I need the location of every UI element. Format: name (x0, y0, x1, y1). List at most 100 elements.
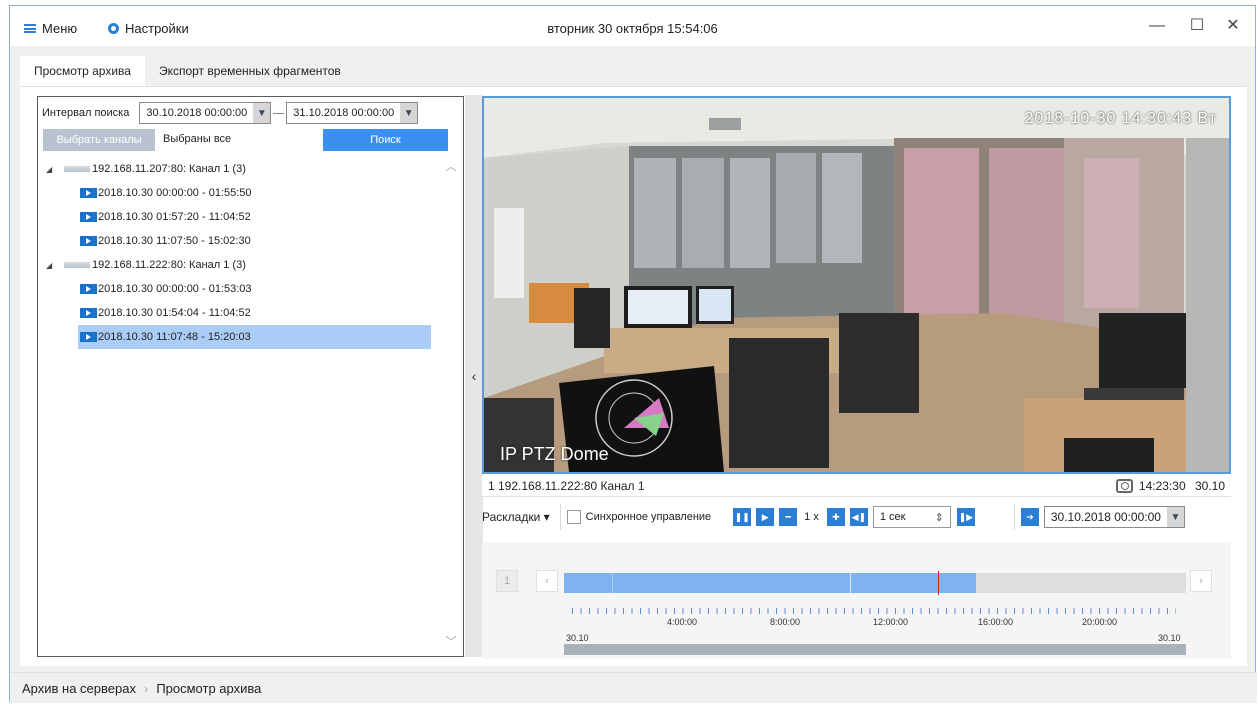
timeline-next-icon[interactable]: › (1190, 570, 1212, 592)
video-viewer[interactable]: 2018-10-30 14:30:43 Вт IP PTZ Dome (482, 96, 1231, 474)
tick-label: 4:00:00 (667, 617, 698, 627)
group-label: 192.168.11.207:80: Канал 1 (3) (92, 163, 246, 175)
camera-frame (484, 98, 1229, 472)
close-button[interactable]: ✕ (1218, 16, 1248, 36)
group-label: 192.168.11.222:80: Канал 1 (3) (92, 259, 246, 271)
list-item[interactable]: 2018.10.30 11:07:50 - 15:02:30 (38, 229, 448, 253)
maximize-button[interactable]: ☐ (1182, 16, 1212, 36)
recording-label: 2018.10.30 01:57:20 - 11:04:52 (98, 211, 251, 223)
goto-datetime-value: 30.10.2018 00:00:00 (1050, 510, 1161, 524)
tick-label: 8:00:00 (770, 617, 801, 627)
status-date: 30.10 (1194, 478, 1225, 493)
timeline-track[interactable] (564, 571, 1186, 595)
select-channels-button[interactable]: Выбрать каналы (43, 129, 155, 151)
video-clip-icon (80, 308, 97, 318)
timeline-end-date: 30.10 (1158, 633, 1181, 643)
recording-label: 2018.10.30 01:54:04 - 11:04:52 (98, 307, 251, 319)
step-forward-button[interactable]: ❚▶ (956, 508, 975, 526)
osd-timestamp: 2018-10-30 14:30:43 Вт (1024, 110, 1217, 127)
video-clip-icon (80, 236, 97, 246)
main-content: Интервал поиска 30.10.2018 00:00:00 ▼ 31… (20, 86, 1247, 666)
list-item[interactable]: 2018.10.30 01:57:20 - 11:04:52 (38, 205, 448, 229)
recording-label: 2018.10.30 11:07:50 - 15:02:30 (98, 235, 251, 247)
interval-label: Интервал поиска (42, 107, 130, 119)
tick-label: 12:00:00 (873, 617, 909, 627)
video-clip-icon (80, 332, 97, 342)
range-dash (273, 112, 285, 114)
goto-arrow-button[interactable]: ➔ (1020, 508, 1039, 526)
segment-divider (612, 573, 613, 593)
sync-checkbox[interactable] (566, 510, 581, 524)
recording-label: 2018.10.30 00:00:00 - 01:55:50 (98, 187, 252, 199)
step-input[interactable]: 1 сек ⇕ (872, 506, 951, 528)
scroll-down-icon[interactable]: ﹀ (443, 634, 459, 650)
app-window: Меню Настройки вторник 30 октября 15:54:… (9, 5, 1257, 703)
chevron-down-icon[interactable]: ▼ (400, 103, 418, 123)
osd-camera-name: IP PTZ Dome (500, 444, 609, 464)
title-bar: Меню Настройки вторник 30 октября 15:54:… (10, 6, 1255, 46)
sync-label: Синхронное управление (585, 511, 712, 523)
timeline[interactable]: 1 ‹ › 4:00:00 8:00:00 12:00:00 16:00:00 … (482, 542, 1231, 659)
segment-divider (850, 573, 851, 593)
play-button[interactable]: ▶ (756, 508, 775, 526)
tree-group-row[interactable]: ◢ 192.168.11.222:80: Канал 1 (3) (38, 253, 448, 277)
date-from-value: 30.10.2018 00:00:00 (146, 107, 248, 119)
tab-export-fragments[interactable]: Экспорт временных фрагментов (145, 56, 355, 86)
list-item-selected[interactable]: 2018.10.30 11:07:48 - 15:20:03 (78, 325, 431, 349)
timeline-prev-icon[interactable]: ‹ (536, 570, 558, 592)
spin-icon[interactable]: ⇕ (935, 511, 944, 524)
selected-all-label: Выбраны все (163, 133, 232, 145)
tick-label: 20:00:00 (1082, 617, 1118, 627)
timeline-ticks (572, 608, 1176, 614)
step-value: 1 сек (879, 511, 906, 523)
list-item[interactable]: 2018.10.30 00:00:00 - 01:53:03 (38, 277, 448, 301)
video-clip-icon (80, 284, 97, 294)
list-item[interactable]: 2018.10.30 01:54:04 - 11:04:52 (38, 301, 448, 325)
video-clip-icon (80, 188, 97, 198)
server-icon (64, 262, 90, 268)
breadcrumb-separator: › (143, 680, 149, 696)
timeline-start-date: 30.10 (566, 633, 589, 643)
speed-value: 1 x (804, 511, 819, 523)
search-panel: Интервал поиска 30.10.2018 00:00:00 ▼ 31… (37, 96, 464, 657)
layouts-dropdown[interactable]: Раскладки ▾ (482, 510, 550, 524)
pause-button[interactable]: ❚❚ (733, 508, 752, 526)
chevron-down-icon[interactable]: ▼ (253, 103, 271, 123)
clock: вторник 30 октября 15:54:06 (547, 21, 718, 36)
list-item[interactable]: 2018.10.30 00:00:00 - 01:55:50 (38, 181, 448, 205)
divider (559, 504, 561, 530)
goto-datetime-picker[interactable]: 30.10.2018 00:00:00 ▼ (1043, 506, 1185, 528)
playhead[interactable] (938, 571, 940, 595)
tab-archive-view[interactable]: Просмотр архива (20, 56, 145, 86)
speed-decrease-button[interactable]: ━ (779, 508, 798, 526)
recorded-segment[interactable] (564, 573, 976, 593)
breadcrumb-current: Просмотр архива (156, 680, 262, 696)
playback-controls: Раскладки ▾ Синхронное управление ❚❚ ▶ ━… (482, 501, 1231, 533)
collapse-panel-button[interactable]: ‹ (465, 95, 483, 657)
camera-channel-label: 1 192.168.11.222:80 Канал 1 (488, 479, 645, 493)
breadcrumb: Архив на серверах › Просмотр архива (10, 672, 1257, 703)
recording-label: 2018.10.30 11:07:48 - 15:20:03 (98, 331, 251, 343)
search-interval-row: Интервал поиска 30.10.2018 00:00:00 ▼ 31… (42, 102, 419, 124)
status-time-group: 14:23:30 30.10 (1115, 478, 1225, 494)
minimize-button[interactable]: — (1142, 16, 1172, 36)
recording-label: 2018.10.30 00:00:00 - 01:53:03 (98, 283, 252, 295)
breadcrumb-root[interactable]: Архив на серверах (22, 681, 136, 696)
tree-group-row[interactable]: ◢ 192.168.11.207:80: Канал 1 (3) (38, 157, 448, 181)
video-clip-icon (80, 212, 97, 222)
expand-triangle-icon[interactable]: ◢ (46, 261, 56, 270)
snapshot-camera-icon[interactable] (1115, 479, 1133, 494)
step-back-button[interactable]: ◀❚ (849, 508, 868, 526)
speed-increase-button[interactable]: ✚ (826, 508, 845, 526)
date-from-picker[interactable]: 30.10.2018 00:00:00 ▼ (139, 102, 272, 124)
timeline-overview-bar[interactable] (564, 644, 1186, 655)
expand-triangle-icon[interactable]: ◢ (46, 165, 56, 174)
search-button[interactable]: Поиск (323, 129, 448, 151)
chevron-down-icon[interactable]: ▼ (1166, 507, 1184, 527)
date-to-picker[interactable]: 31.10.2018 00:00:00 ▼ (286, 102, 419, 124)
scroll-up-icon[interactable]: ︿ (443, 159, 459, 175)
timeline-page-button[interactable]: 1 (496, 570, 518, 592)
recordings-tree: ◢ 192.168.11.207:80: Канал 1 (3) 2018.10… (38, 157, 448, 349)
tab-bar: Просмотр архива Экспорт временных фрагме… (20, 56, 355, 86)
date-to-value: 31.10.2018 00:00:00 (293, 107, 395, 119)
